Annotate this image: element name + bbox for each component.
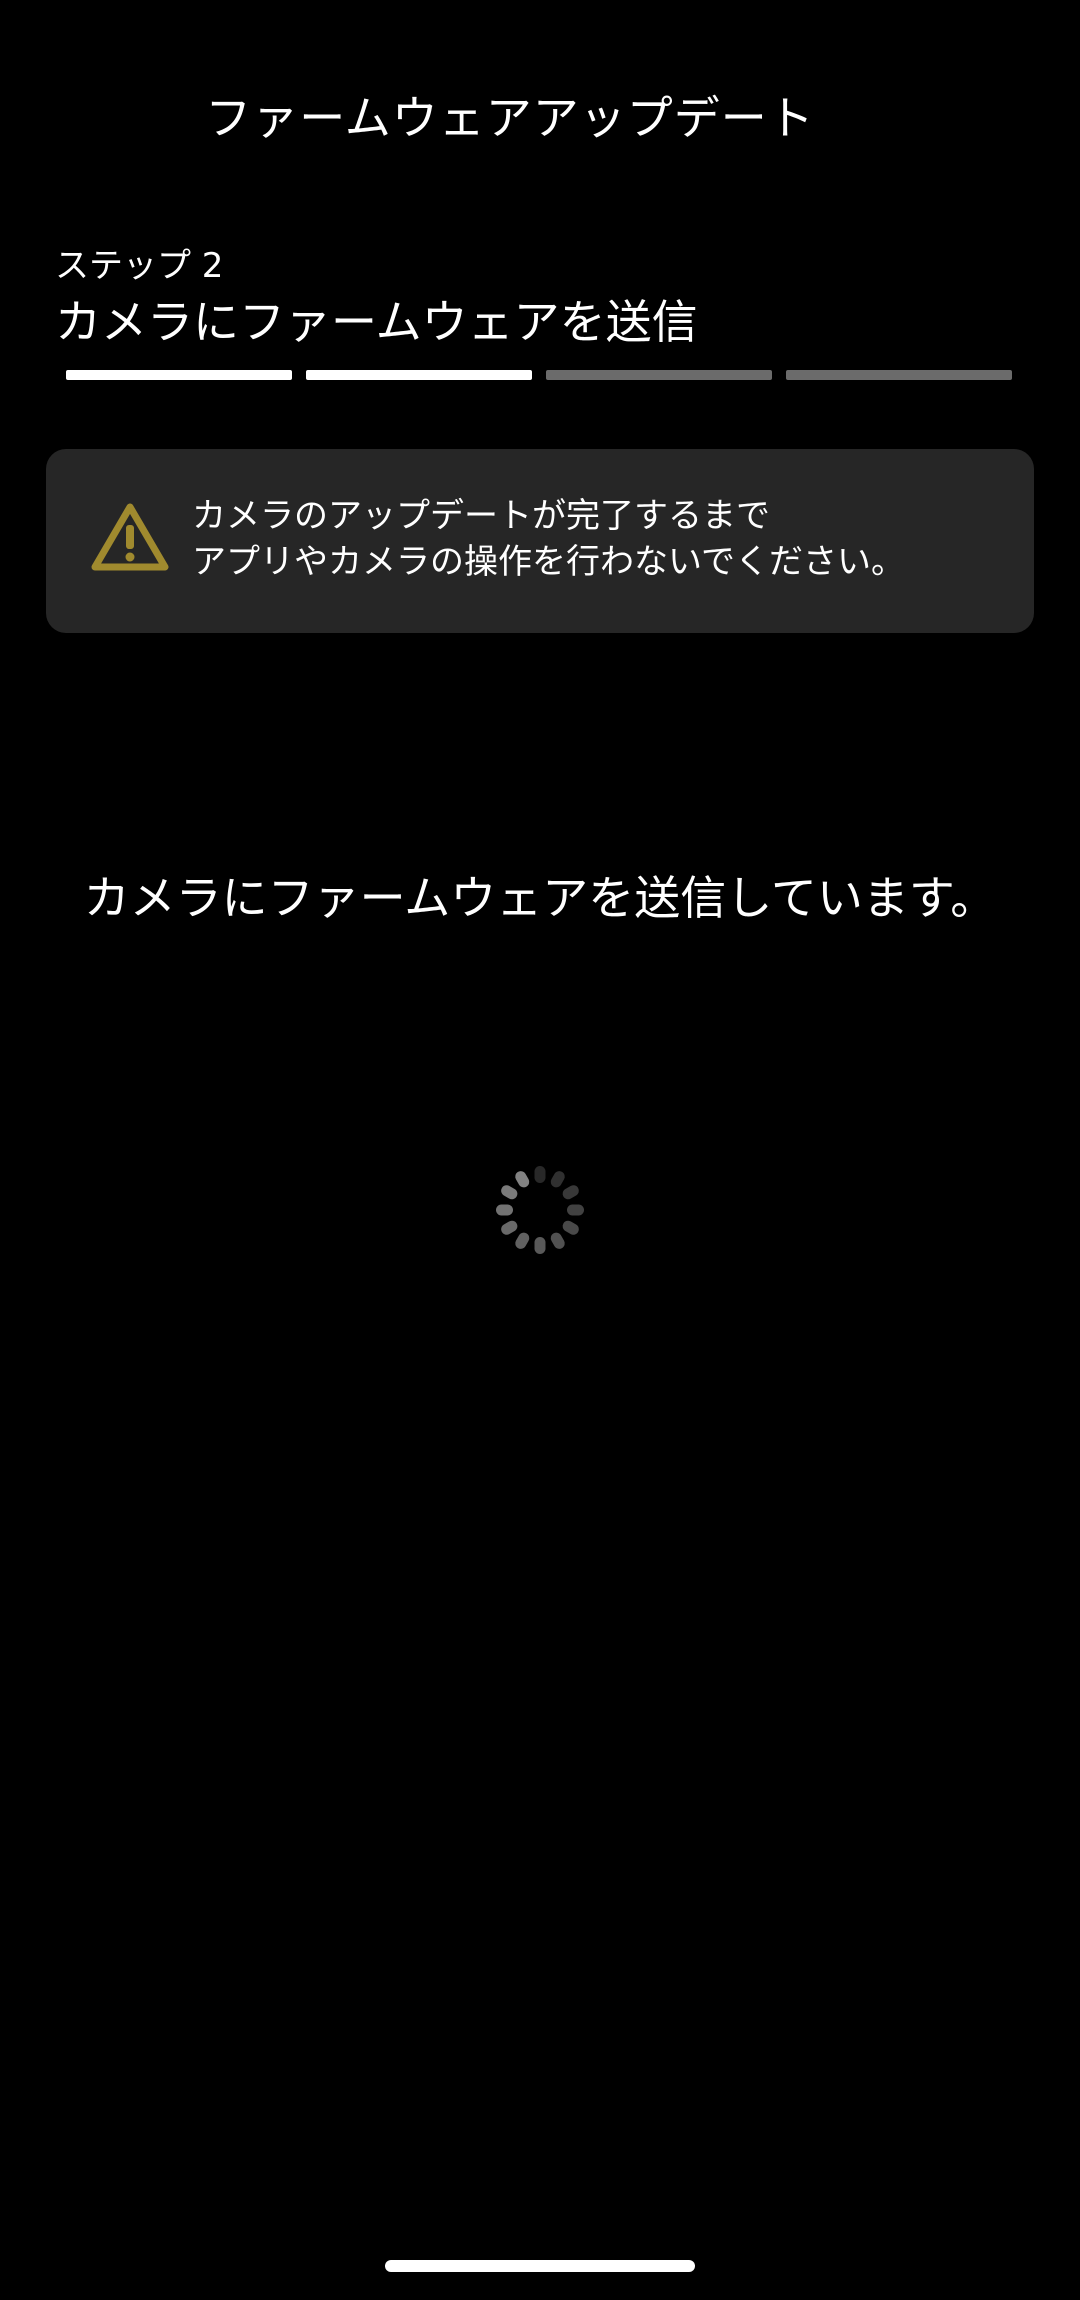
warning-message: カメラのアップデートが完了するまで アプリやカメラの操作を行わないでください。: [192, 493, 905, 585]
spinner-tick: [567, 1204, 584, 1216]
step-progress-bar: [66, 370, 1012, 380]
warning-card: カメラのアップデートが完了するまで アプリやカメラの操作を行わないでください。: [46, 449, 1034, 633]
spinner-tick: [534, 1237, 546, 1254]
spinner-tick: [501, 1185, 518, 1200]
progress-segment: [66, 370, 292, 380]
spinner-tick: [562, 1185, 579, 1200]
progress-segment: [306, 370, 532, 380]
warning-line-1: カメラのアップデートが完了するまで: [192, 496, 770, 536]
step-title: カメラにファームウェアを送信: [55, 295, 698, 349]
progress-segment: [786, 370, 1012, 380]
step-label: ステップ 2: [55, 246, 224, 286]
spinner-tick: [496, 1204, 513, 1216]
warning-triangle-icon: [91, 503, 169, 571]
loading-spinner-icon: [496, 1166, 584, 1254]
status-message: カメラにファームウェアを送信しています。: [83, 871, 997, 925]
spinner-tick: [550, 1171, 565, 1188]
spinner-tick: [562, 1220, 579, 1235]
warning-line-2: アプリやカメラの操作を行わないでください。: [192, 542, 905, 582]
home-indicator[interactable]: [385, 2260, 695, 2272]
progress-segment: [546, 370, 772, 380]
spinner-tick: [534, 1166, 546, 1183]
spinner-tick: [501, 1220, 518, 1235]
spinner-tick: [515, 1171, 530, 1188]
spinner-tick: [515, 1232, 530, 1249]
spinner-tick: [550, 1232, 565, 1249]
page-title: ファームウェアアップデート: [205, 91, 815, 145]
